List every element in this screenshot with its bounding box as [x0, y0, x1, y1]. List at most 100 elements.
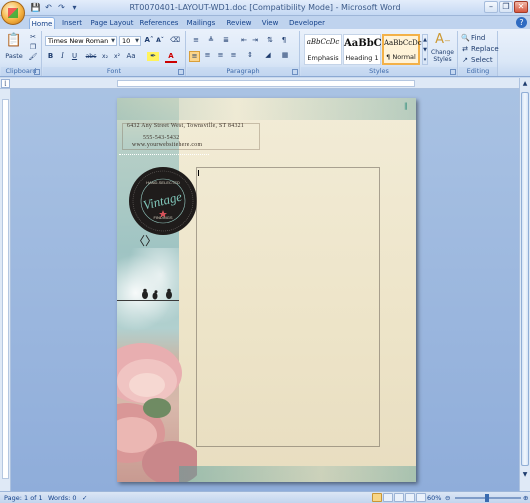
multilevel-list-icon[interactable]: ≣ — [220, 36, 232, 45]
clear-formatting-icon[interactable]: ⌫ — [169, 36, 181, 45]
style-name: Heading 1 — [345, 54, 379, 62]
tab-page-layout[interactable]: Page Layout — [90, 17, 134, 29]
select-icon[interactable]: ↗ — [461, 56, 469, 65]
draft-view-icon[interactable] — [416, 493, 426, 502]
superscript-icon[interactable]: x² — [112, 52, 122, 61]
paste-button[interactable]: Paste — [3, 52, 25, 61]
help-icon[interactable]: ? — [516, 17, 527, 28]
full-screen-reading-view-icon[interactable] — [383, 493, 393, 502]
font-dialog-launcher[interactable] — [178, 69, 184, 75]
vertical-ruler[interactable] — [0, 89, 11, 491]
font-group: Times New Roman ▼ 10 ▼ Aˆ Aˇ ⌫ B I U abc x… — [43, 31, 186, 76]
horizontal-ruler[interactable]: ⌊ — [0, 78, 530, 89]
proofing-icon[interactable]: ✓ — [82, 494, 87, 502]
change-styles-icon[interactable]: A₋ — [431, 33, 455, 47]
align-right-icon[interactable]: ≡ — [215, 51, 226, 60]
tab-insert[interactable]: Insert — [59, 17, 85, 29]
show-marks-icon[interactable]: ¶ — [279, 36, 289, 45]
view-buttons — [372, 493, 426, 502]
style-sample: aBbCcDc — [306, 38, 340, 46]
flying-bird-icon: 〈〉 — [133, 234, 158, 248]
align-center-icon[interactable]: ≡ — [202, 51, 213, 60]
close-button[interactable]: ✕ — [514, 1, 528, 13]
word-count[interactable]: Words: 0 — [48, 494, 77, 502]
font-family-value: Times New Roman — [48, 37, 109, 45]
bullets-icon[interactable]: ≡ — [190, 36, 202, 45]
tab-selector-icon[interactable]: ⌊ — [1, 79, 10, 88]
strikethrough-icon[interactable]: abc — [85, 52, 97, 61]
bold-icon[interactable]: B — [46, 52, 55, 61]
font-color-icon[interactable]: A — [165, 52, 177, 63]
ribbon: 📋 Paste ✂ ❐ 🖌 Clipboard Times New Roman ▼… — [0, 29, 530, 77]
styles-dialog-launcher[interactable] — [450, 69, 456, 75]
clipboard-dialog-launcher[interactable] — [34, 69, 40, 75]
text-cursor — [198, 170, 199, 176]
grow-font-icon[interactable]: Aˆ — [144, 36, 154, 45]
vertical-scrollbar[interactable]: ▲ ▼ — [519, 78, 530, 491]
align-left-icon[interactable]: ≡ — [189, 51, 200, 62]
line-spacing-icon[interactable]: ⇕ — [244, 51, 256, 60]
highlight-icon[interactable]: ✒ — [147, 52, 159, 61]
chevron-down-icon: ▼ — [135, 38, 139, 44]
tab-view[interactable]: View — [259, 17, 281, 29]
tab-references[interactable]: References — [139, 17, 179, 29]
subscript-icon[interactable]: x₂ — [100, 52, 110, 61]
style-normal[interactable]: AaBbCcDc ¶ Normal — [382, 34, 422, 65]
sort-icon[interactable]: ⇅ — [265, 36, 275, 45]
font-size-select[interactable]: 10 ▼ — [119, 36, 141, 46]
italic-icon[interactable]: I — [58, 52, 67, 61]
scroll-up-icon[interactable]: ▲ — [521, 79, 529, 88]
paragraph-group: ≡ ≜ ≣ ⇤ ⇥ ⇅ ¶ ≡ ≡ ≡ ≡ ⇕ ◢ ▦ Paragraph — [187, 31, 300, 76]
ribbon-tabs: Home Insert Page Layout References Maili… — [0, 16, 530, 29]
numbering-icon[interactable]: ≜ — [205, 36, 217, 45]
title-bar: 💾 ↶ ↷ ▾ RT0070401-LAYOUT-WD1.doc [Compat… — [0, 0, 530, 16]
find-button[interactable]: Find — [471, 34, 485, 43]
badge-top-text: HAND-SELECTED — [146, 180, 180, 185]
shrink-font-icon[interactable]: Aˇ — [155, 36, 165, 45]
zoom-slider[interactable] — [455, 494, 521, 502]
style-emphasis[interactable]: aBbCcDc Emphasis — [304, 34, 342, 65]
tab-home[interactable]: Home — [29, 17, 55, 29]
shading-icon[interactable]: ◢ — [262, 51, 274, 60]
justify-icon[interactable]: ≡ — [228, 51, 239, 60]
style-heading-1[interactable]: AaBbC Heading 1 — [343, 34, 382, 65]
copy-icon[interactable]: ❐ — [28, 43, 38, 52]
web-layout-view-icon[interactable] — [394, 493, 404, 502]
increase-indent-icon[interactable]: ⇥ — [250, 36, 260, 45]
change-styles-button[interactable]: Change Styles — [428, 49, 457, 63]
underline-icon[interactable]: U — [70, 52, 79, 61]
vintage-badge: HAND-SELECTED Vintage FINDINGS — [129, 167, 197, 235]
find-icon[interactable]: 🔍 — [461, 34, 470, 43]
minimize-button[interactable]: – — [484, 1, 498, 13]
tab-developer[interactable]: Developer — [288, 17, 326, 29]
editing-group: 🔍 Find ⇄ Replace ↗ Select Editing — [459, 31, 499, 76]
tab-review[interactable]: Review — [225, 17, 253, 29]
replace-icon[interactable]: ⇄ — [461, 45, 469, 54]
paste-icon[interactable]: 📋 — [4, 33, 24, 51]
outline-view-icon[interactable] — [405, 493, 415, 502]
zoom-in-icon[interactable]: ⊕ — [523, 494, 528, 502]
zoom-out-icon[interactable]: ⊖ — [445, 494, 450, 502]
replace-button[interactable]: Replace — [471, 45, 499, 54]
zoom-level[interactable]: 60% — [427, 494, 441, 502]
page-count[interactable]: Page: 1 of 1 — [4, 494, 43, 502]
zoom-slider-knob[interactable] — [485, 494, 489, 502]
office-logo-icon — [8, 8, 18, 18]
decrease-indent-icon[interactable]: ⇤ — [239, 36, 249, 45]
restore-button[interactable]: ❐ — [499, 1, 513, 13]
format-painter-icon[interactable]: 🖌 — [28, 53, 38, 62]
font-family-select[interactable]: Times New Roman ▼ — [45, 36, 117, 46]
office-button[interactable] — [1, 1, 25, 25]
select-button[interactable]: Select — [471, 56, 493, 65]
borders-icon[interactable]: ▦ — [279, 51, 291, 60]
change-case-icon[interactable]: Aa — [125, 52, 137, 61]
document-page[interactable]: 6432 Any Street West, Townsville, ST 843… — [117, 98, 416, 482]
phone-line: 555-543-5432 — [143, 135, 180, 141]
scroll-thumb[interactable] — [521, 92, 529, 466]
letter-text-frame[interactable] — [196, 167, 380, 447]
cut-icon[interactable]: ✂ — [28, 33, 38, 42]
scroll-down-icon[interactable]: ▼ — [521, 470, 529, 479]
paragraph-dialog-launcher[interactable] — [292, 69, 298, 75]
tab-mailings[interactable]: Mailings — [185, 17, 217, 29]
print-layout-view-icon[interactable] — [372, 493, 382, 502]
